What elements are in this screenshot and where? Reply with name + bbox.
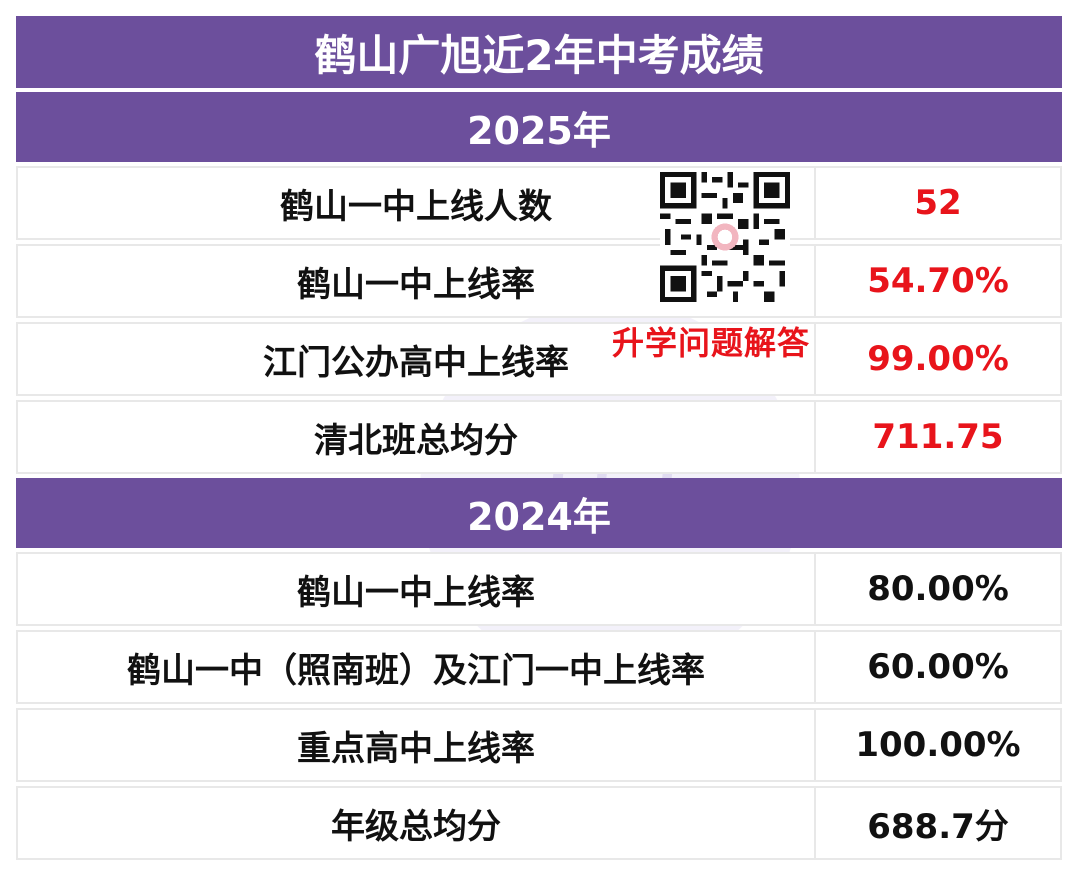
table-row: 年级总均分 688.7分: [16, 786, 1062, 860]
table-row: 江门公办高中上线率 99.00%: [16, 322, 1062, 396]
score-table: 鹤山广旭近2年中考成绩 2025年 鹤山一中上线人数 52 鹤山一中上线率 54…: [16, 16, 1062, 864]
table-row: 鹤山一中上线率 54.70%: [16, 244, 1062, 318]
row-value: 52: [816, 166, 1062, 240]
section-year-2024: 2024年: [16, 478, 1062, 548]
table-row: 鹤山一中上线人数 52: [16, 166, 1062, 240]
table-title: 鹤山广旭近2年中考成绩: [16, 16, 1062, 88]
row-value: 688.7分: [816, 786, 1062, 860]
row-value: 80.00%: [816, 552, 1062, 626]
table-row: 重点高中上线率 100.00%: [16, 708, 1062, 782]
row-value: 100.00%: [816, 708, 1062, 782]
section-year-2025: 2025年: [16, 92, 1062, 162]
table-row: 鹤山一中上线率 80.00%: [16, 552, 1062, 626]
row-label: 鹤山一中（照南班）及江门一中上线率: [16, 630, 816, 704]
row-label: 年级总均分: [16, 786, 816, 860]
table-row: 清北班总均分 711.75: [16, 400, 1062, 474]
row-value: 99.00%: [816, 322, 1062, 396]
qr-caption: 升学问题解答: [612, 324, 811, 362]
row-label: 重点高中上线率: [16, 708, 816, 782]
table-row: 鹤山一中（照南班）及江门一中上线率 60.00%: [16, 630, 1062, 704]
row-label: 鹤山一中上线率: [16, 552, 816, 626]
qr-code-icon[interactable]: [660, 172, 790, 302]
row-value: 60.00%: [816, 630, 1062, 704]
row-value: 711.75: [816, 400, 1062, 474]
row-value: 54.70%: [816, 244, 1062, 318]
row-label: 清北班总均分: [16, 400, 816, 474]
